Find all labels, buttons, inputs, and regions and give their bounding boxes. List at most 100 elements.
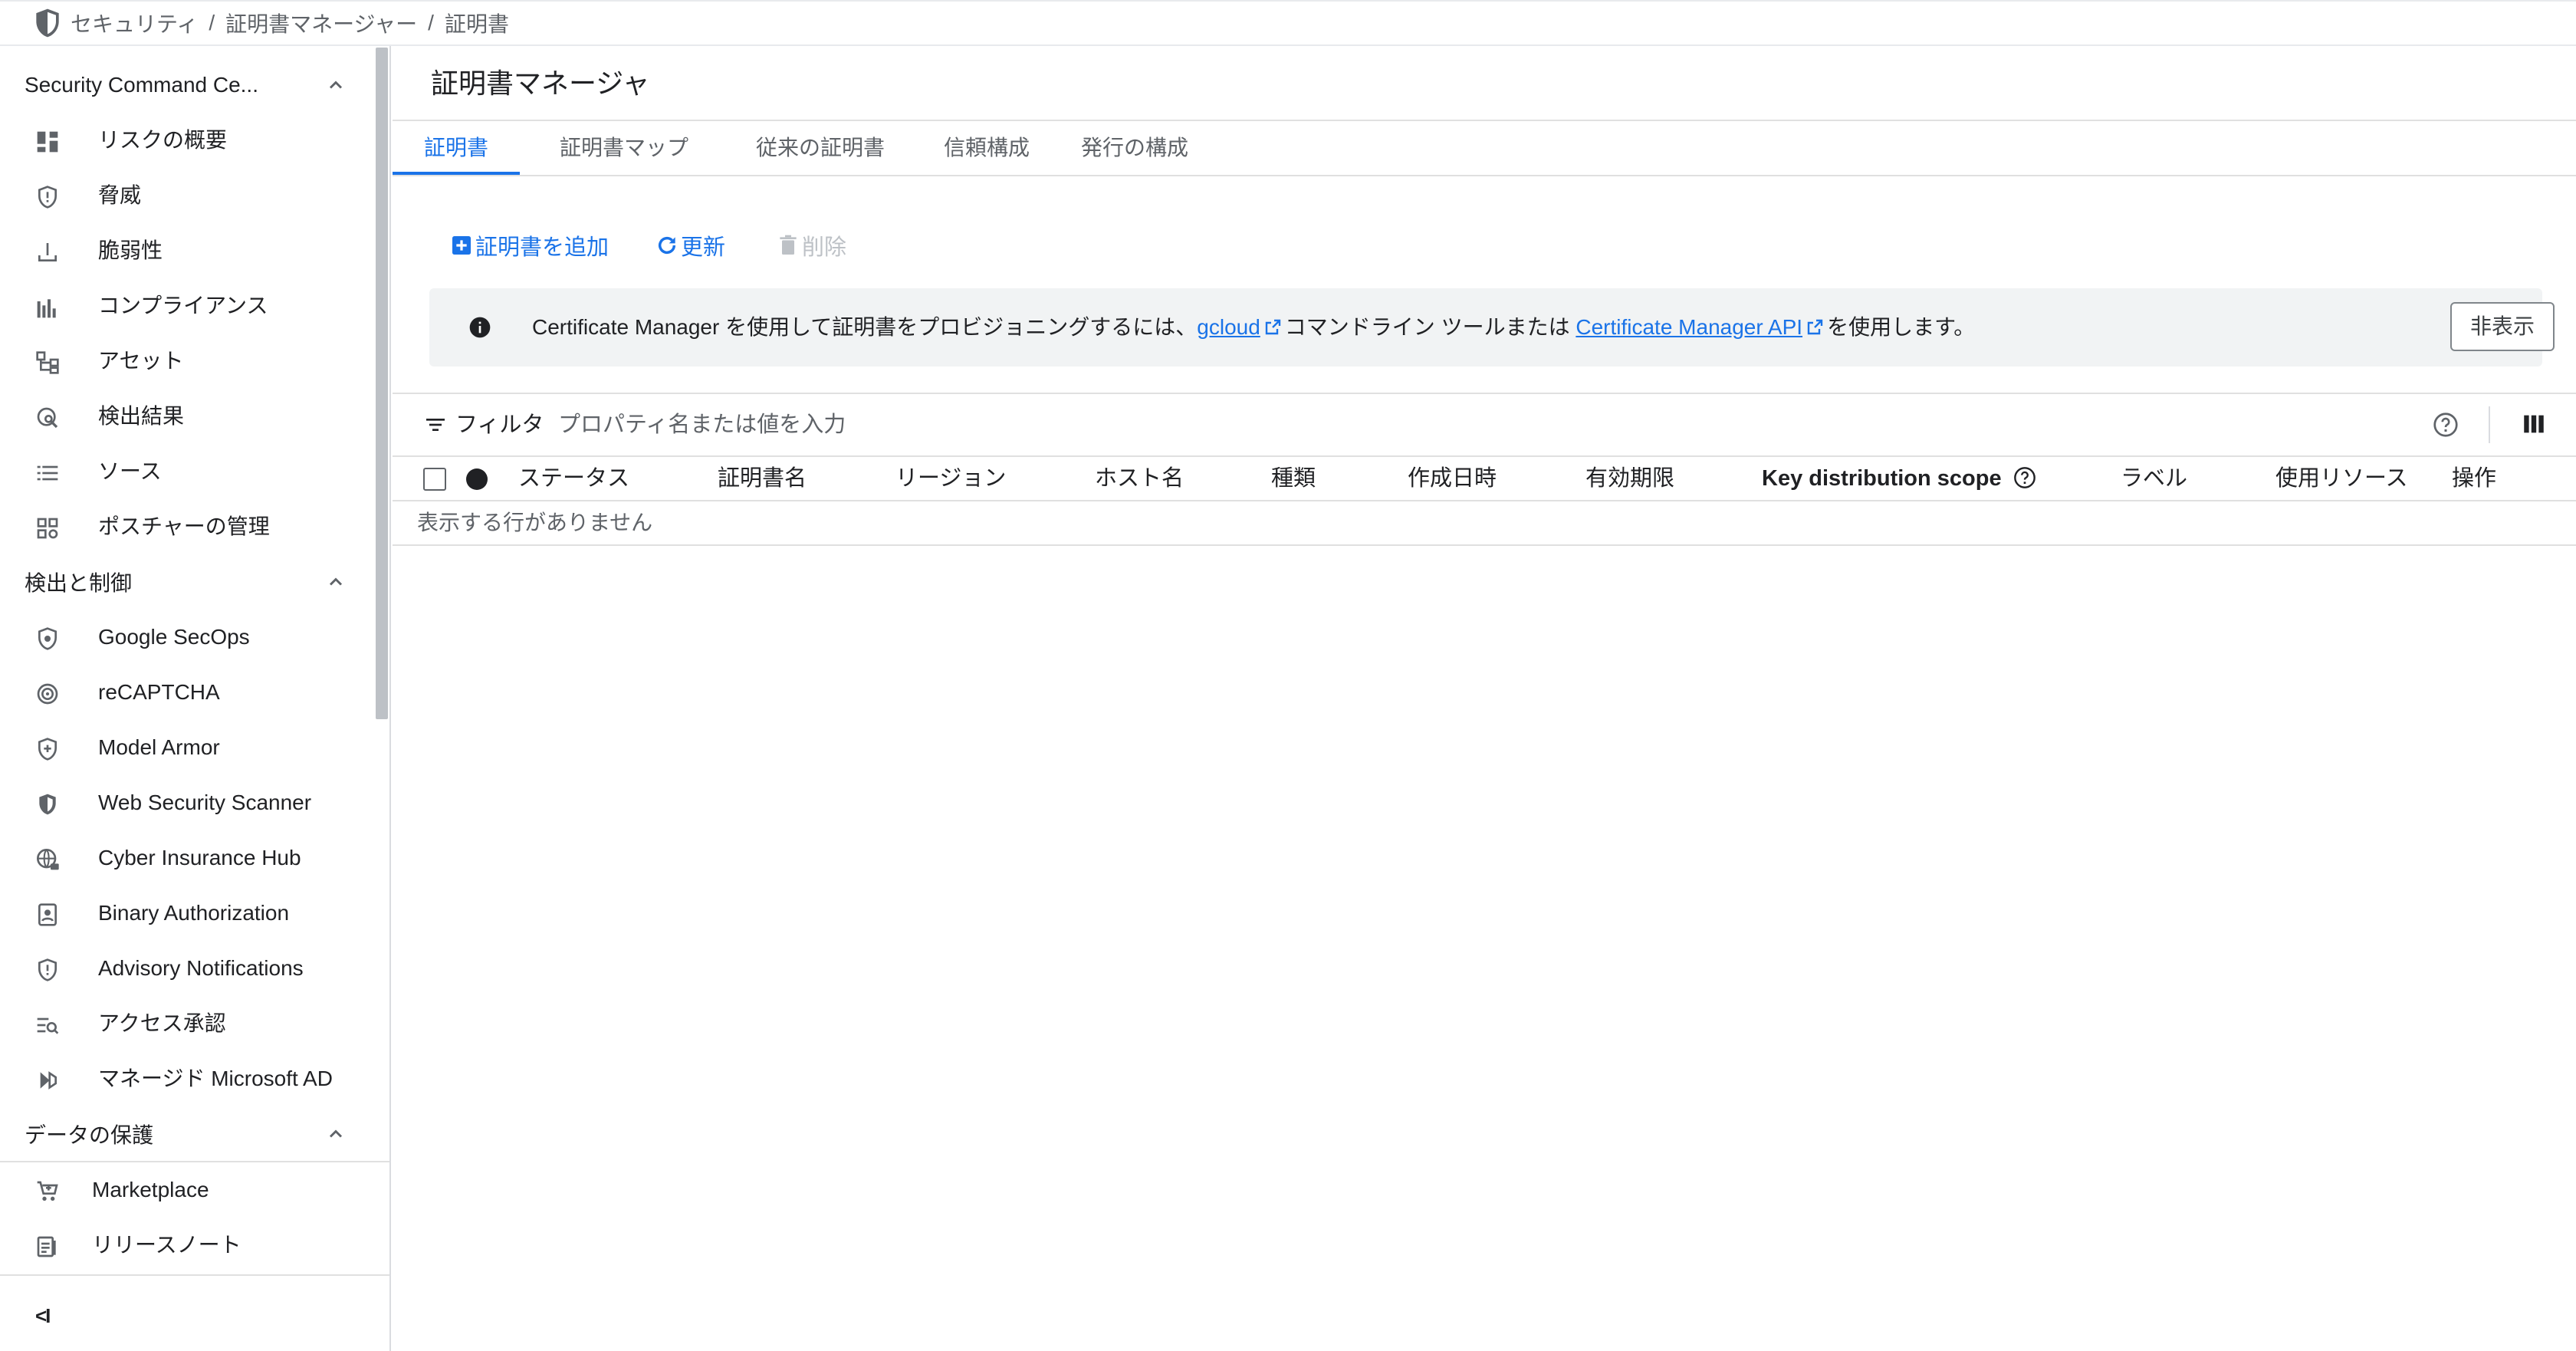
column-header-certificate-name[interactable]: 証明書名	[718, 457, 807, 500]
sidebar-item-recaptcha[interactable]: reCAPTCHA	[0, 665, 368, 720]
shield-plus-icon	[35, 737, 60, 761]
sidebar-item-binary-authorization[interactable]: Binary Authorization	[0, 886, 368, 941]
sidebar-item-label: アクセス承認	[98, 1011, 226, 1035]
breadcrumb-certificate-manager[interactable]: 証明書マネージャー	[225, 8, 417, 38]
toolbar-separator	[2489, 406, 2490, 443]
chevron-up-icon	[325, 1123, 347, 1145]
column-header-in-use-by[interactable]: 使用リソース	[2275, 457, 2408, 500]
refresh-icon	[658, 236, 676, 255]
empty-state-text: 表示する行がありません	[417, 511, 653, 534]
refresh-label: 更新	[681, 235, 726, 260]
sidebar-item-label: Model Armor	[98, 735, 220, 759]
hierarchy-icon	[35, 350, 60, 375]
sidebar-item-label: Google SecOps	[98, 625, 250, 649]
badge-person-icon	[35, 902, 60, 927]
add-certificate-button[interactable]: 証明書を追加	[449, 224, 609, 267]
column-header-key-distribution-scope[interactable]: Key distribution scope	[1762, 457, 2037, 500]
sidebar-item-access-approval[interactable]: アクセス承認	[0, 996, 368, 1051]
hide-banner-button[interactable]: 非表示	[2450, 302, 2555, 351]
sidebar-item-label: コンプライアンス	[98, 294, 268, 317]
sidebar-item-label: 検出結果	[98, 404, 185, 428]
add-certificate-label: 証明書を追加	[475, 235, 610, 260]
filter-label: フィルタ	[455, 413, 544, 437]
help-icon[interactable]	[2432, 411, 2459, 439]
cart-icon	[35, 1179, 60, 1204]
banner-message: Certificate Manager を使用して証明書をプロビジョニングするに…	[532, 288, 1975, 367]
sidebar-item-label: ポスチャーの管理	[98, 514, 270, 538]
sidebar-item-risk-overview[interactable]: リスクの概要	[0, 113, 368, 168]
column-header-hostname[interactable]: ホスト名	[1095, 457, 1184, 500]
sidebar-item-marketplace[interactable]: Marketplace	[0, 1162, 368, 1218]
sidebar-item-google-secops[interactable]: Google SecOps	[0, 610, 368, 665]
filter-icon	[423, 413, 448, 437]
sidebar-section-detection-and-controls[interactable]: 検出と制御	[25, 554, 347, 610]
external-link-icon	[1806, 318, 1824, 337]
tab-classic-certificates[interactable]: 従来の証明書	[728, 121, 912, 175]
sidebar-item-label: Advisory Notifications	[98, 956, 304, 980]
sidebar-item-posture-management[interactable]: ポスチャーの管理	[0, 499, 368, 554]
sidebar-item-advisory-notifications[interactable]: Advisory Notifications	[0, 941, 368, 996]
gcloud-link[interactable]: gcloud	[1197, 315, 1260, 339]
sidebar-item-threats[interactable]: 脅威	[0, 168, 368, 223]
column-header-status[interactable]: ステータス	[518, 457, 629, 500]
globe-lock-icon	[35, 847, 60, 872]
main-content: 証明書マネージャ 証明書 証明書マップ 従来の証明書 信頼構成 発行の構成 証明…	[393, 46, 2576, 1351]
sidebar-item-label: Marketplace	[92, 1178, 209, 1201]
breadcrumb-certificates: 証明書	[444, 12, 509, 36]
trash-icon	[780, 235, 797, 255]
tab-certificate-maps[interactable]: 証明書マップ	[540, 121, 708, 175]
sidebar-scrollbar[interactable]	[376, 48, 388, 719]
column-header-actions: 操作	[2452, 466, 2497, 491]
filter-bar: フィルタ	[393, 394, 2576, 455]
sidebar-section-security-command-center[interactable]: Security Command Ce...	[25, 58, 347, 113]
collapse-sidebar-button[interactable]: <I	[35, 1300, 66, 1331]
sidebar-item-label: Web Security Scanner	[98, 791, 312, 814]
breadcrumb-security[interactable]: セキュリティ	[71, 8, 198, 38]
column-header-labels[interactable]: ラベル	[2121, 457, 2187, 500]
tab-trust-configs[interactable]: 信頼構成	[929, 121, 1044, 175]
table-header: ステータス 証明書名 リージョン ホスト名 種類 作成日時 有効期限 Key d…	[393, 455, 2576, 501]
select-all-checkbox[interactable]	[423, 468, 446, 491]
column-header-created[interactable]: 作成日時	[1408, 457, 1497, 500]
chevron-up-icon	[325, 74, 347, 96]
sidebar-item-compliance[interactable]: コンプライアンス	[0, 278, 368, 334]
sidebar-item-label: リリースノート	[92, 1233, 242, 1257]
download-bar-icon	[35, 240, 60, 265]
shield-icon	[35, 626, 60, 651]
column-header-type[interactable]: 種類	[1271, 457, 1316, 500]
certificate-manager-api-link[interactable]: Certificate Manager API	[1576, 315, 1802, 339]
refresh-button[interactable]: 更新	[655, 224, 725, 267]
sidebar-item-web-security-scanner[interactable]: Web Security Scanner	[0, 775, 368, 830]
sidebar-section-data-protection[interactable]: データの保護	[25, 1106, 347, 1162]
filter-input[interactable]	[558, 405, 2245, 445]
column-header-region[interactable]: リージョン	[895, 457, 1006, 500]
tab-bar: 証明書 証明書マップ 従来の証明書 信頼構成 発行の構成	[393, 121, 2576, 176]
sidebar-item-sources[interactable]: ソース	[0, 444, 368, 499]
sidebar-item-label: 脆弱性	[98, 238, 163, 262]
table-empty-row: 表示する行がありません	[393, 501, 2576, 546]
sidebar-item-label: Cyber Insurance Hub	[98, 846, 301, 869]
tab-issuance-configs[interactable]: 発行の構成	[1064, 121, 1205, 175]
sidebar-item-findings[interactable]: 検出結果	[0, 389, 368, 444]
sidebar-item-release-notes[interactable]: リリースノート	[0, 1218, 368, 1273]
page-title: 証明書マネージャ	[431, 67, 650, 99]
column-display-icon[interactable]	[2521, 411, 2547, 437]
sidebar-item-label: マネージド Microsoft AD	[98, 1067, 333, 1090]
sidebar-section-title: データの保護	[25, 1123, 154, 1147]
sidebar-item-vulnerabilities[interactable]: 脆弱性	[0, 223, 368, 278]
column-header-label: Key distribution scope	[1762, 466, 2002, 491]
help-icon[interactable]	[2013, 465, 2037, 490]
sidebar-divider	[0, 1274, 389, 1276]
banner-text-before: Certificate Manager を使用して証明書をプロビジョニングするに…	[532, 315, 1198, 339]
sidebar-item-cyber-insurance-hub[interactable]: Cyber Insurance Hub	[0, 830, 368, 886]
tab-certificates[interactable]: 証明書	[393, 121, 520, 175]
sidebar-item-label: 脅威	[98, 183, 142, 207]
grid-settings-icon	[35, 516, 60, 541]
column-header-expires[interactable]: 有効期限	[1585, 457, 1674, 500]
shield-exclamation-icon	[35, 958, 60, 982]
sidebar-item-assets[interactable]: アセット	[0, 334, 368, 389]
sidebar-item-label: リスクの概要	[98, 128, 228, 152]
sidebar-item-managed-microsoft-ad[interactable]: マネージド Microsoft AD	[0, 1051, 368, 1106]
sidebar-item-model-armor[interactable]: Model Armor	[0, 720, 368, 775]
delete-button[interactable]: 削除	[776, 224, 846, 267]
